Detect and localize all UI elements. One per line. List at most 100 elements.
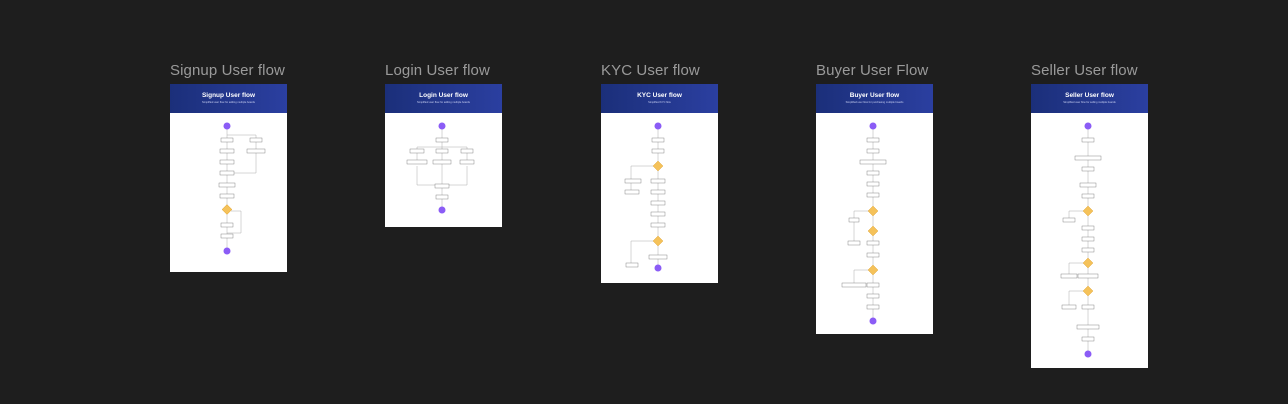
process-node <box>219 148 235 154</box>
process-node <box>220 233 234 239</box>
process-node <box>1062 217 1076 223</box>
start-node <box>1084 122 1092 130</box>
process-node <box>847 240 861 246</box>
process-node <box>435 194 449 200</box>
end-node <box>223 247 231 255</box>
start-node <box>438 122 446 130</box>
frame-subtitle: Simplified user flow for adding multiple… <box>202 101 255 104</box>
decision-node <box>221 204 233 215</box>
process-node <box>1081 336 1095 342</box>
board-label[interactable]: KYC User flow <box>601 62 700 79</box>
process-node <box>651 148 665 154</box>
process-node <box>866 252 880 258</box>
end-node <box>1084 350 1092 358</box>
frame-header: KYC User flow Simplified KYC flow <box>601 84 718 113</box>
process-node <box>650 200 666 206</box>
board-label[interactable]: Login User flow <box>385 62 490 79</box>
end-node <box>438 206 446 214</box>
process-node <box>219 193 235 199</box>
start-node <box>869 122 877 130</box>
frame-header: Seller User flow Simplified user flow fo… <box>1031 84 1148 113</box>
process-node <box>866 148 880 154</box>
frame-subtitle: Simplified KYC flow <box>648 101 671 104</box>
process-node <box>866 192 880 198</box>
process-node <box>1081 236 1095 242</box>
process-node <box>1081 247 1095 253</box>
process-node <box>406 159 428 165</box>
process-node <box>859 159 887 165</box>
frame-subtitle: Simplified user flow for purchasing mult… <box>845 101 904 104</box>
process-node <box>220 222 234 228</box>
process-node <box>624 189 640 195</box>
frame-header: Signup User flow Simplified user flow fo… <box>170 84 287 113</box>
process-node <box>866 137 880 143</box>
process-node <box>866 293 880 299</box>
process-node <box>249 137 263 143</box>
frame-subtitle: Simplified user flow for adding multiple… <box>417 101 470 104</box>
frame-title: KYC User flow <box>637 92 682 99</box>
decision-node <box>867 225 879 237</box>
process-node <box>1074 155 1102 161</box>
flow-frame[interactable]: Login User flow Simplified user flow for… <box>385 84 502 227</box>
decision-node <box>1082 285 1094 297</box>
process-node <box>219 159 235 165</box>
process-node <box>218 182 236 188</box>
frame-title: Seller User flow <box>1065 92 1114 99</box>
frame-title: Signup User flow <box>201 92 256 99</box>
flow-frame[interactable]: Seller User flow Simplified user flow fo… <box>1031 84 1148 368</box>
process-node <box>650 211 666 217</box>
frame-title: Buyer User flow <box>849 92 900 99</box>
process-node <box>650 178 666 184</box>
process-node <box>651 137 665 143</box>
decision-node <box>1082 257 1094 269</box>
process-node <box>624 178 642 184</box>
flow-diagram <box>624 122 668 272</box>
process-node <box>866 282 880 288</box>
decision-node <box>652 235 664 247</box>
start-node <box>223 122 231 130</box>
board-label[interactable]: Buyer User Flow <box>816 62 928 79</box>
process-node <box>650 222 666 228</box>
process-node <box>1077 273 1099 279</box>
start-node <box>654 122 662 130</box>
board-label[interactable]: Seller User flow <box>1031 62 1138 79</box>
process-node <box>1060 273 1078 279</box>
frame-title: Login User flow <box>419 92 468 99</box>
process-node <box>435 148 449 154</box>
flow-diagram <box>218 122 266 255</box>
end-node <box>654 264 662 272</box>
process-node <box>434 183 450 189</box>
process-node <box>1081 137 1095 143</box>
process-node <box>1081 225 1095 231</box>
process-node <box>841 282 867 288</box>
decision-node <box>652 160 664 172</box>
flow-diagram <box>841 122 887 325</box>
process-node <box>650 189 666 195</box>
decision-node <box>1082 205 1094 217</box>
decision-node <box>867 205 879 217</box>
flow-frame[interactable]: KYC User flow Simplified KYC flow <box>601 84 718 283</box>
end-node <box>869 317 877 325</box>
process-node <box>460 148 474 154</box>
decision-node <box>867 264 879 276</box>
frame-header: Buyer User flow Simplified user flow for… <box>816 84 933 113</box>
process-node <box>435 137 449 143</box>
process-node <box>246 148 266 154</box>
process-node <box>625 262 639 268</box>
flow-frame[interactable]: Buyer User flow Simplified user flow for… <box>816 84 933 334</box>
flow-frame[interactable]: Signup User flow Simplified user flow fo… <box>170 84 287 272</box>
process-node <box>866 304 880 310</box>
process-node <box>409 148 425 154</box>
process-node <box>1081 304 1095 310</box>
process-node <box>866 181 880 187</box>
process-node <box>866 170 880 176</box>
flow-diagram <box>406 122 475 214</box>
process-node <box>648 254 668 260</box>
process-node <box>1081 166 1095 172</box>
process-node <box>459 159 475 165</box>
process-node <box>1076 324 1100 330</box>
board-label[interactable]: Signup User flow <box>170 62 285 79</box>
process-node <box>866 240 880 246</box>
frame-header: Login User flow Simplified user flow for… <box>385 84 502 113</box>
frame-subtitle: Simplified user flow for selling multipl… <box>1063 101 1116 104</box>
